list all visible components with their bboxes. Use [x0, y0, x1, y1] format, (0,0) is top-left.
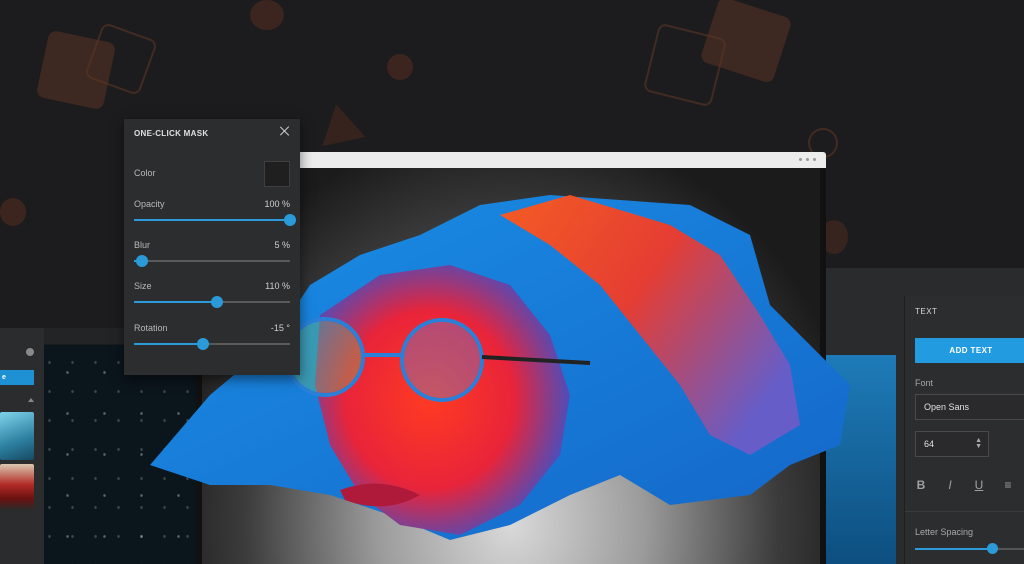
size-slider[interactable] [134, 296, 290, 308]
format-toolbar: B I U ≡ [915, 478, 1014, 492]
text-panel-title: TEXT [915, 307, 938, 316]
window-menu-icon[interactable] [799, 158, 816, 161]
decor-circle [387, 54, 413, 80]
font-select[interactable]: Open Sans [915, 394, 1024, 420]
rotation-slider-knob[interactable] [196, 338, 209, 350]
size-slider-knob[interactable] [210, 296, 223, 308]
rotation-label: Rotation [134, 323, 168, 333]
underline-button[interactable]: U [973, 478, 985, 492]
mask-panel-title: ONE-CLICK MASK [134, 129, 209, 138]
text-panel: TEXT ADD TEXT Font Open Sans 64 ▲ ▼ B I U… [904, 296, 1024, 564]
font-size-field[interactable]: 64 ▲ ▼ [915, 431, 989, 457]
rotation-slider[interactable] [134, 338, 290, 350]
decor-circle [250, 0, 284, 30]
size-label: Size [134, 281, 152, 291]
blur-label: Blur [134, 240, 151, 250]
help-icon[interactable] [26, 348, 34, 356]
stepper-icon[interactable]: ▲ ▼ [975, 437, 982, 450]
font-label: Font [915, 378, 934, 388]
opacity-slider[interactable] [134, 214, 296, 226]
close-icon[interactable] [279, 125, 291, 137]
size-value: 110 % [265, 281, 290, 291]
left-action-button[interactable]: e [0, 370, 34, 385]
bold-button[interactable]: B [915, 478, 927, 492]
blur-slider-knob[interactable] [135, 255, 148, 267]
blur-slider[interactable] [134, 255, 290, 267]
opacity-value: 100 % [264, 199, 290, 209]
opacity-slider-knob[interactable] [284, 214, 296, 226]
opacity-label: Opacity [134, 199, 165, 209]
color-swatch[interactable] [264, 161, 290, 187]
italic-button[interactable]: I [944, 478, 956, 492]
color-label: Color [134, 168, 156, 178]
thumbnail-car[interactable] [0, 464, 34, 510]
decor-circle [0, 198, 26, 226]
letter-spacing-knob[interactable] [987, 543, 999, 554]
letter-spacing-slider[interactable] [915, 543, 1024, 554]
blur-value: 5 % [274, 240, 290, 250]
decor-triangle [314, 99, 366, 147]
rotation-value: -15 ° [270, 323, 290, 333]
letter-spacing-label: Letter Spacing [915, 527, 974, 537]
font-size-value: 64 [924, 439, 935, 449]
thumbnail-ocean[interactable] [0, 412, 34, 460]
divider [905, 511, 1024, 512]
add-text-button[interactable]: ADD TEXT [915, 338, 1024, 363]
chevron-up-icon[interactable] [28, 398, 34, 402]
one-click-mask-panel: ONE-CLICK MASK Color Opacity 100 % Blur … [124, 119, 300, 375]
align-left-button[interactable]: ≡ [1002, 478, 1014, 492]
